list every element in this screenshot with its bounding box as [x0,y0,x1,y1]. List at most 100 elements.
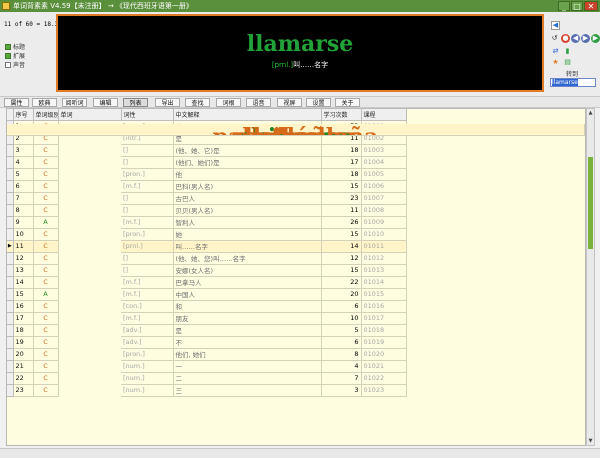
cell-pos: [num.] [121,372,174,385]
toolbar-button-video[interactable]: 视屏 [277,98,302,107]
cell-lesson: 01009 [361,216,407,229]
toolbar-button-edit[interactable]: 编辑 [93,98,118,107]
toolbar-button-properties[interactable]: 属性 [4,98,29,107]
repeat-icon[interactable]: ↺ [550,34,559,43]
cell-pos: [adv.] [121,324,174,337]
table-row[interactable]: 7Ccubano, na[]古巴人2301007 [7,124,585,205]
close-button[interactable]: ✕ [584,1,598,11]
table-row[interactable]: 23Ctres[num.]三301023 [7,124,585,397]
mode-title[interactable]: 标题 [5,42,25,51]
mode-sound[interactable]: 声音 [5,60,25,69]
cell-pos: [m.f.] [121,288,174,301]
table-row[interactable]: 20Cellos, ellas[pron.]他们, 她们801020 [7,124,585,361]
table-row[interactable]: 13CAna[]安娜(女人名)1501013 [7,124,585,277]
maximize-button[interactable]: □ [571,1,583,11]
cell-level: C [33,336,59,349]
cell-meaning: 智利人 [173,216,322,229]
prev-icon[interactable]: ◀ [571,34,580,43]
header-lesson[interactable]: 课程 [361,109,407,121]
table-row[interactable]: 19Cno[adv.]不601019 [7,124,585,349]
table-row[interactable]: 17Camigo, ga[m.f.]朋友1001017 [7,124,585,325]
cell-meaning: 二 [173,372,322,385]
cell-level: C [33,240,59,253]
toolbar-button-dictionary[interactable]: 欧典 [32,98,57,107]
cell-count: 4 [321,360,362,373]
speaker-icon[interactable]: ◀ [551,21,560,30]
checkbox-extend[interactable] [5,52,11,59]
header-pos[interactable]: 词性 [121,109,174,121]
toolbar-button-root[interactable]: 词根 [216,98,241,107]
header-count[interactable]: 学习次数 [321,109,362,121]
gloss-pos: [prnl.] [271,61,294,69]
toolbar-button-export[interactable]: 导出 [155,98,180,107]
cell-meaning: 贝贝(男人名) [173,204,322,217]
goto-input[interactable]: llamarse [550,78,596,87]
toolbar-button-listen[interactable]: 阅听词 [62,98,87,107]
toolbar-button-list[interactable]: 列表 [123,98,148,107]
cell-no: 18 [13,324,34,337]
cell-count: 8 [321,348,362,361]
cell-meaning: 中国人 [173,288,322,301]
cell-pos: [num.] [121,384,174,397]
scroll-thumb[interactable] [588,157,593,249]
cell-no: 19 [13,336,34,349]
table-row[interactable]: 6CPaco[m.f.]巴科(男人名)1501006 [7,124,585,193]
toolbar-button-settings[interactable]: 设置 [306,98,331,107]
swap-icon[interactable]: ⇄ [551,47,560,56]
cell-lesson: 01018 [361,324,407,337]
scroll-up-icon[interactable]: ▲ [587,109,594,117]
cell-pos: [m.f.] [121,216,174,229]
cell-no: 7 [13,192,34,205]
table-row[interactable]: 15Achino, na[m.f.]中国人2001015 [7,124,585,301]
cell-pos: [adv.] [121,336,174,349]
cell-no: 23 [13,384,34,397]
next-icon[interactable]: ▶ [581,34,590,43]
table-row[interactable]: 16Cy[con.]和601016 [7,124,585,313]
cell-count: 23 [321,192,362,205]
table-row[interactable]: 22Cdos[num.]二701022 [7,124,585,385]
table-row[interactable]: 4Cson[](他们、她们)是1701004 [7,124,585,169]
toolbar-button-about[interactable]: 关于 [335,98,360,107]
mode-extend[interactable]: 扩展 [5,51,25,60]
top-panel: 11 of 60 = 18.33% 标题 扩展 声音 llamarse [prn… [0,12,600,96]
cell-count: 15 [321,228,362,241]
chart-icon[interactable]: ▮ [563,47,572,56]
cell-level: C [33,228,59,241]
minimize-button[interactable]: _ [558,1,570,11]
cell-pos: [m.f.] [121,276,174,289]
cell-level: C [33,384,59,397]
record-icon[interactable]: ● [561,34,570,43]
table-row[interactable]: 12Cse llama[](他、她、您)叫……名字1201012 [7,124,585,265]
scroll-down-icon[interactable]: ▼ [587,437,594,445]
table-body: 1Cquién[pron.]谁53010012Cser[intr.]是11010… [7,120,585,397]
cell-meaning: 巴科(男人名) [173,180,322,193]
play-icon[interactable]: ▶ [591,34,600,43]
table-row[interactable]: 10Cella[pron.]她1501010 [7,124,585,241]
cell-meaning: 巴拿马人 [173,276,322,289]
table-row[interactable]: 8CPepe[]贝贝(男人名)1101008 [7,124,585,217]
checkbox-sound[interactable] [5,61,11,68]
cell-count: 26 [321,216,362,229]
table-row[interactable]: ▶11Cllamarse[prnl.]叫……名字1401011 [7,124,585,253]
toolbar-button-search[interactable]: 查找 [185,98,210,107]
table-row[interactable]: 18Csí[adv.]是501018 [7,124,585,337]
header-no[interactable]: 序号 [13,109,34,121]
vertical-scrollbar[interactable]: ▲ ▼ [586,108,595,446]
star-icon[interactable]: ★ [551,58,560,67]
cell-pos: [m.f.] [121,312,174,325]
header-meaning[interactable]: 中文解释 [173,109,322,121]
cell-lesson: 01015 [361,288,407,301]
header-level[interactable]: 单词级别 [33,109,59,121]
table-row[interactable]: 5Cél[pron.]他1801005 [7,124,585,181]
table-row[interactable]: 3Ces[](他、她、它)是1801003 [7,124,585,157]
table-row[interactable]: 21Cuno, na[num.]一401021 [7,124,585,373]
checkbox-title[interactable] [5,43,11,50]
table-header: 序号 单词级别 单词 词性 中文解释 学习次数 课程 [7,109,407,121]
cell-pos: [] [121,156,174,169]
cell-no: 16 [13,300,34,313]
stats-icon[interactable]: ▤ [563,58,572,67]
toolbar-button-voice[interactable]: 语音 [246,98,271,107]
header-word[interactable]: 单词 [58,109,122,121]
table-row[interactable]: 9Achileno, na[m.f.]智利人2601009 [7,124,585,229]
table-row[interactable]: 14Cpanameño,ña[m.f.]巴拿马人2201014 [7,124,585,289]
